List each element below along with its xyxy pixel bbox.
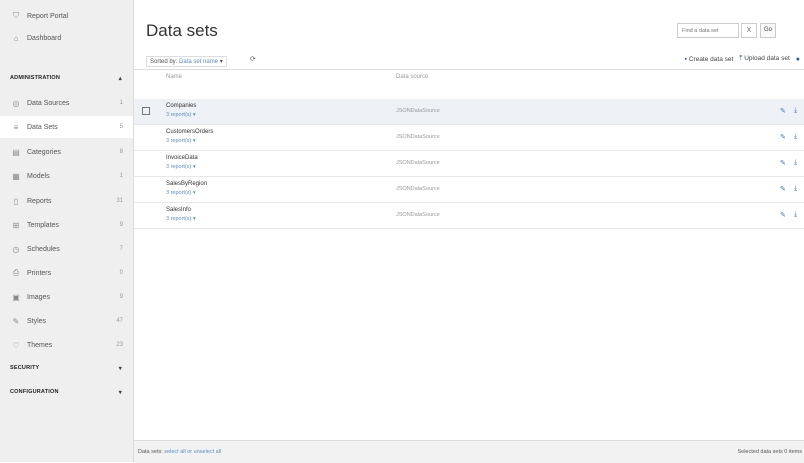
go-button[interactable]: Go <box>760 23 776 38</box>
sidebar-item-printers[interactable]: ⎙ Printers 0 <box>0 262 133 284</box>
sidebar-item-models[interactable]: ▦ Models 1 <box>0 165 133 187</box>
sidebar-item-images[interactable]: ▣ Images 9 <box>0 286 133 308</box>
data-set-name[interactable]: InvoiceData <box>166 155 198 161</box>
table-row[interactable]: SalesByRegion 3 report(s) ▾ JSONDataSour… <box>134 177 804 203</box>
page-title: Data sets <box>146 21 218 40</box>
toolbar-actions: ▪ Create data set ⤒ Upload data set ● <box>685 55 800 63</box>
chevron-up-icon: ▴ <box>118 75 122 82</box>
data-source-value: JSONDataSource <box>396 186 440 192</box>
dashboard-icon: ⌂ <box>13 33 19 43</box>
reports-link[interactable]: 3 report(s) ▾ <box>166 164 196 170</box>
section-security[interactable]: SECURITY ▾ <box>0 359 133 377</box>
edit-icon[interactable]: ✎ <box>780 133 786 141</box>
reports-link[interactable]: 3 report(s) ▾ <box>166 190 196 196</box>
data-set-name[interactable]: SalesByRegion <box>166 181 207 187</box>
edit-icon[interactable]: ✎ <box>780 159 786 167</box>
sidebar: ⛉ Report Portal ⌂ Dashboard ADMINISTRATI… <box>0 0 134 462</box>
edit-icon[interactable]: ✎ <box>780 211 786 219</box>
list-icon: ≡ <box>13 122 19 132</box>
chevron-down-icon: ▾ <box>118 389 122 396</box>
sidebar-item-themes[interactable]: ♡ Themes 23 <box>0 334 133 356</box>
sidebar-item-report-portal[interactable]: ⛉ Report Portal <box>0 5 133 27</box>
template-icon: ⊞ <box>12 220 20 230</box>
sidebar-item-styles[interactable]: ✎ Styles 47 <box>0 310 133 332</box>
table-header: Name Data source <box>134 70 804 86</box>
chart-icon: ▤ <box>12 147 20 157</box>
data-source-value: JSONDataSource <box>396 108 440 114</box>
edit-icon[interactable]: ✎ <box>780 107 786 115</box>
sidebar-item-reports[interactable]: ▯ Reports 31 <box>0 190 133 212</box>
sidebar-item-schedules[interactable]: ◷ Schedules 7 <box>0 238 133 260</box>
data-set-name[interactable]: CustomersOrders <box>166 129 213 135</box>
report-icon: ▯ <box>13 196 19 206</box>
reports-link[interactable]: 3 report(s) ▾ <box>166 216 196 222</box>
download-icon[interactable]: ⤓ <box>794 159 797 167</box>
download-icon[interactable]: ⤓ <box>794 133 797 141</box>
refresh-icon[interactable]: ⟳ <box>250 55 256 63</box>
clear-search-button[interactable]: X <box>741 23 757 38</box>
select-all-link[interactable]: select all <box>164 449 185 455</box>
heart-icon: ♡ <box>12 340 20 350</box>
table-row[interactable]: InvoiceData 3 report(s) ▾ JSONDataSource… <box>134 151 804 177</box>
upload-data-set-button[interactable]: ⤒ Upload data set <box>739 55 789 63</box>
section-administration[interactable]: ADMINISTRATION ▴ <box>0 69 133 87</box>
data-source-value: JSONDataSource <box>396 160 440 166</box>
selected-count: Selected data sets 0 items <box>737 449 802 455</box>
database-icon: ◎ <box>12 98 20 108</box>
toolbar: Sorted by: Data set name ▾ ⟳ ▪ Create da… <box>134 53 804 70</box>
column-data-source[interactable]: Data source <box>396 74 428 80</box>
search-input[interactable] <box>677 23 739 38</box>
sort-dropdown[interactable]: Sorted by: Data set name ▾ <box>146 56 227 67</box>
section-configuration[interactable]: CONFIGURATION ▾ <box>0 383 133 401</box>
sidebar-item-dashboard[interactable]: ⌂ Dashboard <box>0 27 133 49</box>
download-icon[interactable]: ⤓ <box>794 211 797 219</box>
data-set-name[interactable]: Companies <box>166 103 196 109</box>
create-data-set-button[interactable]: ▪ Create data set <box>685 56 734 63</box>
reports-link[interactable]: 3 report(s) ▾ <box>166 112 196 118</box>
create-icon: ▪ <box>684 55 688 63</box>
footer-bar: Data sets: select all or unselect all Se… <box>134 440 804 463</box>
reports-link[interactable]: 3 report(s) ▾ <box>166 138 196 144</box>
main-content: Data sets X Go Sorted by: Data set name … <box>134 0 804 462</box>
sidebar-item-categories[interactable]: ▤ Categories 8 <box>0 141 133 163</box>
grid-icon: ▦ <box>12 171 20 181</box>
sidebar-item-templates[interactable]: ⊞ Templates 9 <box>0 214 133 236</box>
selection-controls: Data sets: select all or unselect all <box>138 449 222 455</box>
sidebar-item-data-sets[interactable]: ≡ Data Sets 5 <box>0 116 133 138</box>
data-set-name[interactable]: SalesInfo <box>166 207 191 213</box>
row-checkbox[interactable] <box>142 107 150 115</box>
sidebar-item-data-sources[interactable]: ◎ Data Sources 1 <box>0 92 133 114</box>
upload-icon: ⤒ <box>739 55 743 62</box>
edit-icon[interactable]: ✎ <box>780 185 786 193</box>
table-row[interactable]: SalesInfo 3 report(s) ▾ JSONDataSource ✎… <box>134 203 804 229</box>
unselect-all-link[interactable]: unselect all <box>194 449 222 455</box>
shield-icon: ⛉ <box>13 11 19 20</box>
data-source-value: JSONDataSource <box>396 134 440 140</box>
column-name[interactable]: Name <box>166 74 182 80</box>
chevron-down-icon: ▾ <box>219 59 223 65</box>
download-icon[interactable]: ⤓ <box>794 107 797 115</box>
data-source-value: JSONDataSource <box>396 212 440 218</box>
printer-icon: ⎙ <box>12 268 20 277</box>
clock-icon: ◷ <box>12 244 20 254</box>
help-icon[interactable]: ● <box>796 56 800 63</box>
download-icon[interactable]: ⤓ <box>794 185 797 193</box>
chevron-down-icon: ▾ <box>118 365 122 372</box>
brush-icon: ✎ <box>12 316 20 326</box>
table-row[interactable]: Companies 3 report(s) ▾ JSONDataSource ✎… <box>134 99 804 125</box>
image-icon: ▣ <box>12 292 20 302</box>
table-row[interactable]: CustomersOrders 3 report(s) ▾ JSONDataSo… <box>134 125 804 151</box>
